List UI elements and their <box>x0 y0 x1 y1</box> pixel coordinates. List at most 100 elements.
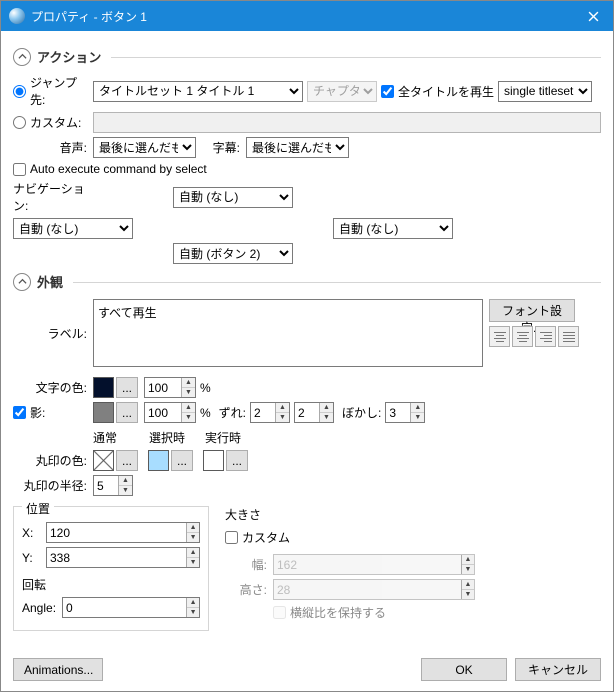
align-justify-button[interactable] <box>558 326 579 347</box>
position-group: 位置 X: ▲▼ Y: ▲▼ 回転 <box>13 506 209 631</box>
size-width-input <box>274 555 461 574</box>
ring-radius-input[interactable] <box>94 476 118 495</box>
keep-aspect-label: 横縦比を保持する <box>290 604 386 621</box>
window-title: プロパティ - ボタン 1 <box>31 8 573 25</box>
audio-label: 音声: <box>13 139 93 156</box>
pos-y-input[interactable] <box>47 548 186 567</box>
play-all-titles-checkbox[interactable] <box>381 85 394 98</box>
spinner-down: ▼ <box>462 565 474 574</box>
divider <box>73 282 601 283</box>
angle-input[interactable] <box>63 598 186 617</box>
shadow-offset-y-input[interactable] <box>295 403 319 422</box>
spinner-up[interactable]: ▲ <box>320 403 333 413</box>
close-button[interactable] <box>573 1 613 31</box>
state-run-header: 実行時 <box>205 429 261 446</box>
cancel-button[interactable]: キャンセル <box>515 658 601 681</box>
spinner-up[interactable]: ▲ <box>182 403 195 413</box>
spinner-down[interactable]: ▼ <box>187 608 199 617</box>
size-custom-label: カスタム <box>242 529 290 546</box>
position-group-label: 位置 <box>22 500 54 517</box>
nav-left-select[interactable]: 自動 (なし) <box>13 218 133 239</box>
text-color-opacity-input[interactable] <box>145 378 181 397</box>
ring-color-selected-swatch[interactable] <box>148 450 169 471</box>
spinner-down[interactable]: ▼ <box>187 558 199 567</box>
align-right-button[interactable] <box>535 326 556 347</box>
section-action-title: アクション <box>37 47 101 66</box>
shadow-color-picker-button[interactable]: ... <box>116 402 138 423</box>
keep-aspect-checkbox <box>273 606 286 619</box>
nav-top-select[interactable]: 自動 (なし) <box>173 187 293 208</box>
rotation-label: 回転 <box>22 576 200 593</box>
shadow-blur-input[interactable] <box>386 403 410 422</box>
titleset-select[interactable]: single titleset <box>498 81 592 102</box>
spinner-up[interactable]: ▲ <box>187 548 199 558</box>
spinner-up[interactable]: ▲ <box>276 403 289 413</box>
align-center-button[interactable] <box>512 326 533 347</box>
shadow-color-swatch[interactable] <box>93 402 114 423</box>
pos-x-input[interactable] <box>47 523 186 542</box>
ring-color-normal-swatch[interactable] <box>93 450 114 471</box>
custom-radio[interactable] <box>13 116 26 129</box>
align-left-button[interactable] <box>489 326 510 347</box>
spinner-up[interactable]: ▲ <box>411 403 424 413</box>
size-group: 大きさ カスタム 幅: ▲▼ 高さ: ▲▼ 横 <box>225 502 475 631</box>
subtitle-select[interactable]: 最後に選んだもの <box>246 137 349 158</box>
shadow-checkbox[interactable] <box>13 406 26 419</box>
spinner-down[interactable]: ▼ <box>276 413 289 422</box>
label-textarea[interactable]: すべて再生 <box>93 299 483 367</box>
text-color-picker-button[interactable]: ... <box>116 377 138 398</box>
nav-bottom-select[interactable]: 自動 (ボタン 2) <box>173 243 293 264</box>
spinner-down[interactable]: ▼ <box>411 413 424 422</box>
divider <box>111 57 601 58</box>
title-bar: プロパティ - ボタン 1 <box>1 1 613 31</box>
ok-button[interactable]: OK <box>421 658 507 681</box>
spinner-up: ▲ <box>462 555 474 565</box>
jump-radio-label: ジャンプ先: <box>30 74 87 108</box>
ring-color-run-swatch[interactable] <box>203 450 224 471</box>
nav-right-select[interactable]: 自動 (なし) <box>333 218 453 239</box>
custom-command-input <box>93 112 601 133</box>
shadow-offset-x-input[interactable] <box>251 403 275 422</box>
text-color-swatch[interactable] <box>93 377 114 398</box>
label-field-label: ラベル: <box>13 299 93 342</box>
font-settings-button[interactable]: フォント設定... <box>489 299 575 322</box>
play-all-titles-label: 全タイトルを再生 <box>398 83 494 100</box>
pos-y-label: Y: <box>22 551 46 565</box>
spinner-up[interactable]: ▲ <box>187 598 199 608</box>
angle-label: Angle: <box>22 601 62 615</box>
ring-color-run-picker[interactable]: ... <box>226 450 248 471</box>
section-action-header[interactable]: アクション <box>13 47 601 66</box>
ring-radius-label: 丸印の半径: <box>13 477 93 494</box>
spinner-down[interactable]: ▼ <box>182 413 195 422</box>
ring-color-selected-picker[interactable]: ... <box>171 450 193 471</box>
shadow-offset-label: ずれ: <box>219 404 246 421</box>
spinner-up: ▲ <box>462 580 474 590</box>
spinner-down[interactable]: ▼ <box>182 388 195 397</box>
spinner-down[interactable]: ▼ <box>119 486 132 495</box>
spinner-down: ▼ <box>462 590 474 599</box>
auto-execute-label: Auto execute command by select <box>30 162 207 176</box>
section-appearance-title: 外観 <box>37 272 63 291</box>
size-height-label: 高さ: <box>225 581 273 598</box>
state-selected-header: 選択時 <box>149 429 205 446</box>
spinner-down[interactable]: ▼ <box>320 413 333 422</box>
auto-execute-checkbox[interactable] <box>13 163 26 176</box>
audio-select[interactable]: 最後に選んだもの <box>93 137 196 158</box>
spinner-down[interactable]: ▼ <box>187 533 199 542</box>
navigation-label: ナビゲーション: <box>13 180 93 214</box>
text-color-label: 文字の色: <box>13 379 93 396</box>
spinner-up[interactable]: ▲ <box>187 523 199 533</box>
pos-x-label: X: <box>22 526 46 540</box>
section-appearance-header[interactable]: 外観 <box>13 272 601 291</box>
spinner-up[interactable]: ▲ <box>119 476 132 486</box>
ring-color-label: 丸印の色: <box>13 452 93 469</box>
shadow-opacity-input[interactable] <box>145 403 181 422</box>
jump-title-select[interactable]: タイトルセット 1 タイトル 1 <box>93 81 303 102</box>
size-custom-checkbox[interactable] <box>225 531 238 544</box>
jump-chapter-select: チャプター 1 <box>307 81 377 102</box>
animations-button[interactable]: Animations... <box>13 658 103 681</box>
ring-color-normal-picker[interactable]: ... <box>116 450 138 471</box>
spinner-up[interactable]: ▲ <box>182 378 195 388</box>
app-icon <box>9 8 25 24</box>
jump-radio[interactable] <box>13 85 26 98</box>
